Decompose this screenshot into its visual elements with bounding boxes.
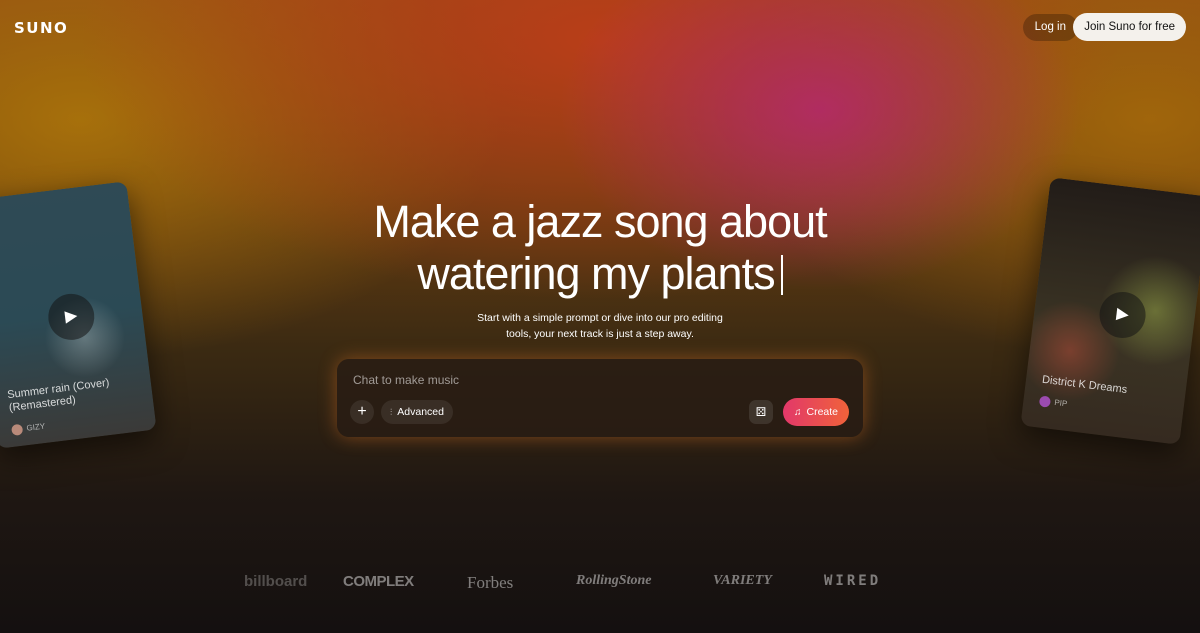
song-card-artist: PIP — [1038, 395, 1068, 410]
song-card-title: Summer rain (Cover) (Remastered) — [6, 376, 111, 415]
chat-input[interactable]: Chat to make music — [353, 373, 459, 387]
hero-subtext: Start with a simple prompt or dive into … — [0, 310, 1200, 342]
create-label: Create — [806, 406, 838, 418]
press-logo-complex: COMPLEX — [343, 573, 414, 590]
press-logo-rollingstone: RollingStone — [576, 573, 652, 588]
artist-name: GIZY — [25, 421, 46, 433]
sliders-icon: ⫶ — [390, 407, 393, 417]
create-button[interactable]: ♫ Create — [782, 398, 849, 426]
hero-headline: Make a jazz song about watering my plant… — [0, 196, 1200, 300]
headline-line-1: Make a jazz song about — [373, 196, 827, 247]
avatar — [11, 423, 24, 436]
avatar — [1038, 395, 1052, 408]
typing-caret — [780, 255, 783, 295]
advanced-button[interactable]: ⫶ Advanced — [381, 400, 453, 424]
music-note-icon: ♫ — [793, 407, 802, 418]
advanced-label: Advanced — [397, 406, 444, 418]
subtext-line-2: tools, your next track is just a step aw… — [506, 328, 694, 340]
headline-line-2-text: watering my plants — [417, 248, 775, 299]
press-logo-variety: VARIETY — [713, 573, 772, 588]
join-free-button[interactable]: Join Suno for free — [1073, 13, 1186, 41]
login-button[interactable]: Log in — [1022, 14, 1078, 41]
subtext-line-1: Start with a simple prompt or dive into … — [477, 312, 723, 324]
artist-name: PIP — [1053, 397, 1068, 409]
press-logo-forbes: Forbes — [467, 573, 514, 592]
plus-icon: + — [357, 403, 367, 420]
dice-icon: ⚄ — [755, 405, 767, 419]
press-logo-billboard: billboard — [244, 573, 308, 590]
add-button[interactable]: + — [350, 400, 374, 424]
suno-logo[interactable]: SUNO — [14, 19, 68, 37]
chat-composer: Chat to make music + ⫶ Advanced ⚄ ♫ Create — [337, 359, 863, 437]
headline-line-2: watering my plants — [0, 248, 1200, 300]
random-prompt-button[interactable]: ⚄ — [749, 400, 773, 424]
song-card-artist: GIZY — [11, 421, 46, 436]
press-logo-wired: WIRED — [824, 573, 882, 589]
